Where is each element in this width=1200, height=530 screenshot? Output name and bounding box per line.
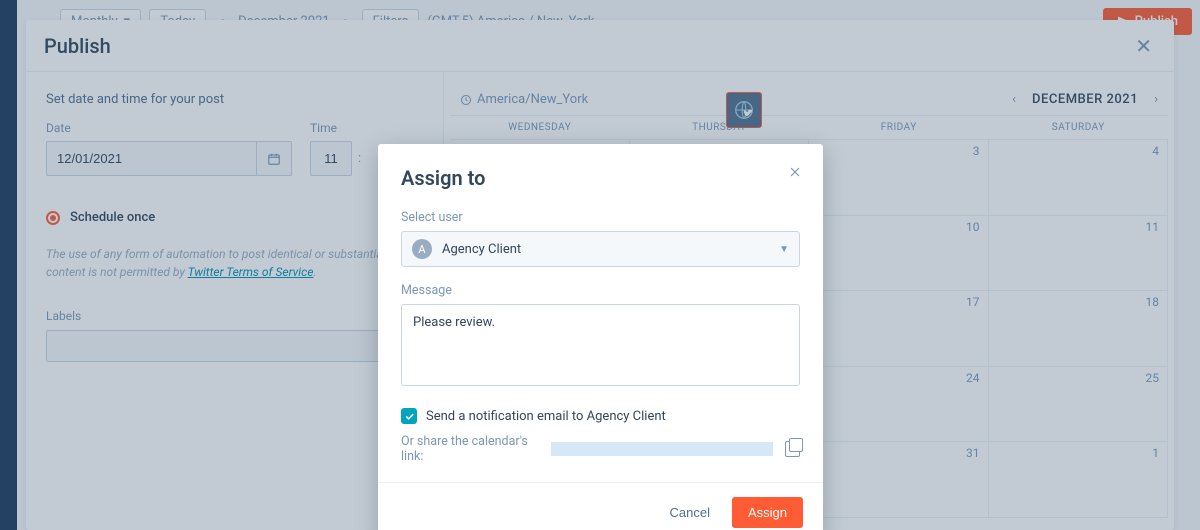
- cancel-button[interactable]: Cancel: [654, 497, 726, 528]
- share-link-prefix: Or share the calendar's link:: [401, 434, 545, 464]
- message-label: Message: [401, 283, 800, 298]
- share-link[interactable]: [551, 442, 773, 456]
- avatar: A: [412, 239, 432, 259]
- assign-modal: Assign to Select user A Agency Client ▼ …: [378, 144, 823, 530]
- user-select[interactable]: A Agency Client ▼: [401, 231, 800, 267]
- copy-icon[interactable]: [785, 441, 800, 457]
- modal-close-icon[interactable]: [783, 160, 807, 188]
- user-select-value: Agency Client: [442, 242, 521, 257]
- select-user-label: Select user: [401, 210, 800, 225]
- notify-label: Send a notification email to Agency Clie…: [426, 409, 666, 424]
- modal-title: Assign to: [401, 166, 800, 190]
- chevron-down-icon: ▼: [779, 244, 789, 255]
- assign-button[interactable]: Assign: [732, 497, 803, 528]
- message-textarea[interactable]: [401, 304, 800, 386]
- notify-checkbox[interactable]: [401, 408, 417, 424]
